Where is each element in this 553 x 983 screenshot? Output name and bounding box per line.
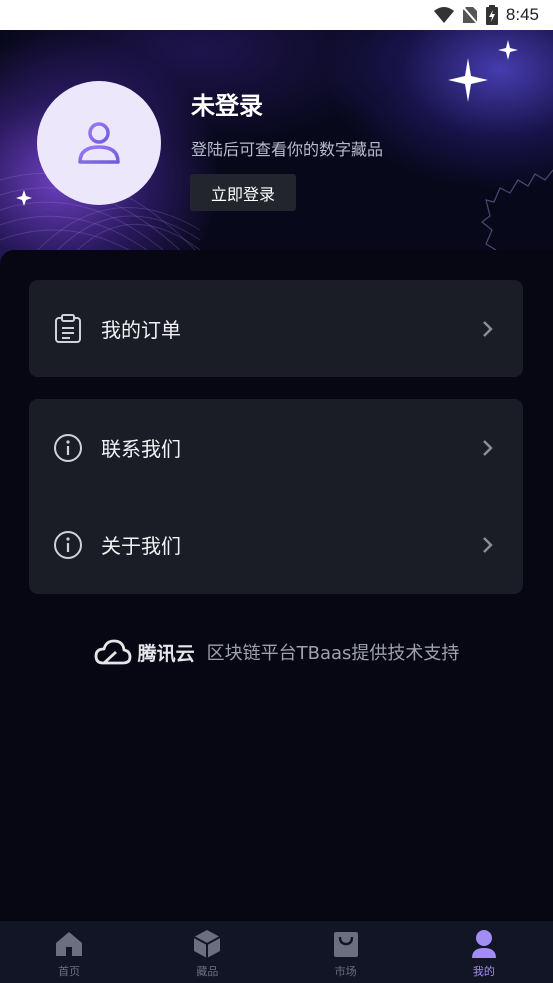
info-card: 联系我们 关于我们 — [29, 399, 523, 594]
clipboard-icon — [53, 313, 83, 344]
chevron-right-icon — [481, 320, 495, 338]
support-text: 区块链平台TBaas提供技术支持 — [206, 643, 460, 664]
user-icon — [469, 929, 499, 959]
nav-item-market[interactable]: 市场 — [277, 921, 415, 983]
nav-item-home[interactable]: 首页 — [0, 921, 138, 983]
tech-support-footer: 腾讯云 区块链平台TBaas提供技术支持 — [0, 634, 553, 670]
nav-label: 我的 — [472, 965, 495, 978]
menu-item-label: 联系我们 — [101, 437, 181, 461]
info-icon — [53, 433, 83, 463]
chevron-right-icon — [481, 439, 495, 457]
menu-item-orders[interactable]: 我的订单 — [29, 280, 523, 377]
menu-item-label: 我的订单 — [101, 318, 181, 342]
battery-icon — [485, 5, 498, 25]
avatar[interactable] — [37, 81, 161, 205]
nav-item-collections[interactable]: 藏品 — [138, 921, 276, 983]
bottom-nav: 首页 藏品 市场 我的 — [0, 921, 553, 983]
orders-card: 我的订单 — [29, 280, 523, 377]
login-status-title: 未登录 — [191, 92, 263, 120]
nav-label: 市场 — [334, 965, 357, 978]
brand-name: 腾讯云 — [137, 642, 195, 665]
shopping-bag-icon — [331, 929, 361, 959]
info-icon — [53, 530, 83, 560]
cube-icon — [192, 929, 222, 959]
status-time: 8:45 — [505, 5, 539, 24]
login-hint-text: 登陆后可查看你的数字藏品 — [191, 140, 384, 159]
user-icon — [78, 122, 120, 164]
nav-label: 藏品 — [196, 965, 219, 978]
status-bar: 8:45 — [0, 0, 553, 30]
chevron-right-icon — [481, 536, 495, 554]
no-sim-icon — [462, 6, 478, 24]
nav-item-mine[interactable]: 我的 — [415, 921, 553, 983]
menu-item-about[interactable]: 关于我们 — [29, 496, 523, 593]
home-icon — [54, 929, 84, 959]
login-button[interactable]: 立即登录 — [190, 174, 296, 211]
wifi-icon — [433, 7, 454, 23]
nav-label: 首页 — [58, 965, 81, 978]
cloud-logo-icon — [94, 639, 131, 665]
menu-item-contact[interactable]: 联系我们 — [29, 399, 523, 496]
menu-item-label: 关于我们 — [101, 534, 181, 558]
